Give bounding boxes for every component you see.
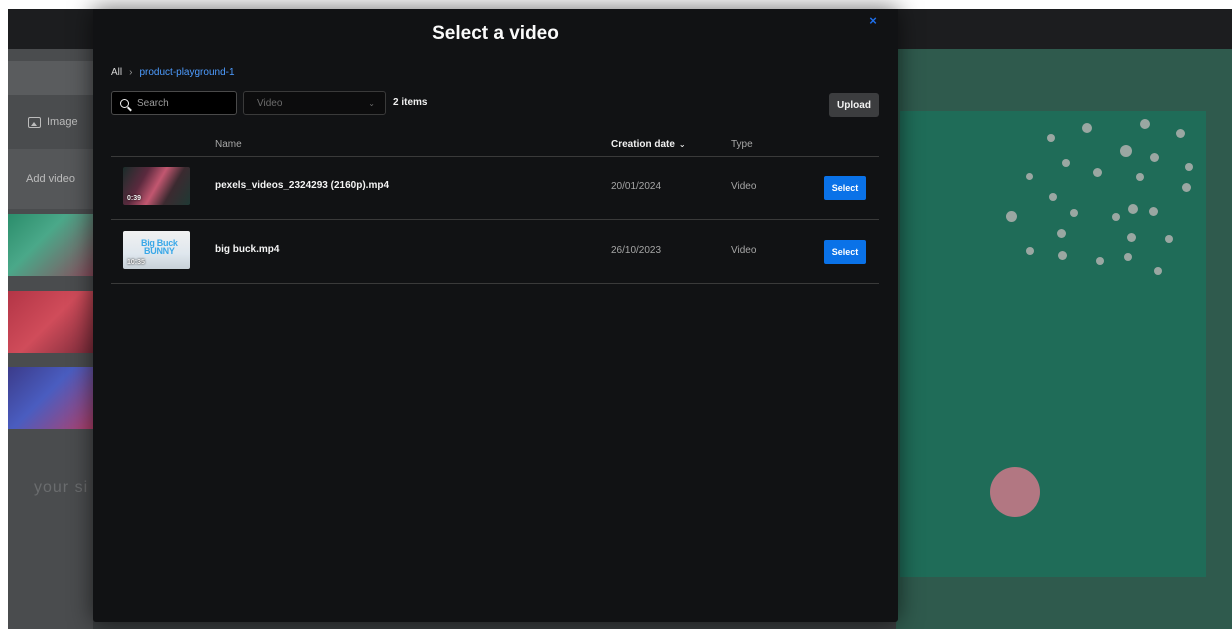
template-thumbnail[interactable] xyxy=(8,367,93,429)
canvas-dot xyxy=(1006,211,1017,222)
canvas-dot xyxy=(1062,159,1070,167)
table-row[interactable]: Big Buck BUNNY 10:35 big buck.mp4 26/10/… xyxy=(111,220,879,284)
table-header: Name Creation date ⌄ Type xyxy=(111,135,879,157)
search-box[interactable] xyxy=(111,91,237,115)
search-icon xyxy=(120,98,129,108)
canvas-dot xyxy=(1150,153,1159,162)
column-header-name[interactable]: Name xyxy=(215,139,242,150)
items-count: 2 items xyxy=(393,97,428,108)
column-header-creation-date-label: Creation date xyxy=(611,139,675,150)
canvas-dot xyxy=(1182,183,1191,192)
canvas-dot xyxy=(1140,119,1150,129)
video-duration: 10:35 xyxy=(127,259,145,266)
video-thumbnail[interactable]: Big Buck BUNNY 10:35 xyxy=(123,231,190,269)
close-icon[interactable]: × xyxy=(866,14,880,28)
video-duration: 0:39 xyxy=(127,195,142,202)
canvas-circle xyxy=(990,467,1040,517)
canvas-dot xyxy=(1057,229,1066,238)
upload-button[interactable]: Upload xyxy=(829,93,879,117)
canvas-area xyxy=(896,49,1232,629)
canvas-dot xyxy=(1082,123,1092,133)
canvas-dot xyxy=(1136,173,1144,181)
type-filter-select[interactable]: Video ⌄ xyxy=(243,91,386,115)
canvas-dot xyxy=(1112,213,1120,221)
canvas-dot xyxy=(1149,207,1158,216)
video-thumbnail[interactable]: 0:39 xyxy=(123,167,190,205)
canvas-dot xyxy=(1049,193,1057,201)
canvas-dot xyxy=(1096,257,1104,265)
video-name: big buck.mp4 xyxy=(215,244,280,255)
canvas-dot xyxy=(1124,253,1132,261)
rail-image-label: Image xyxy=(47,116,78,128)
canvas-dot xyxy=(1070,209,1078,217)
breadcrumb-all[interactable]: All xyxy=(111,67,122,78)
search-input[interactable] xyxy=(135,96,229,110)
left-rail: Image Add video your si xyxy=(8,49,93,629)
rail-image-item[interactable]: Image xyxy=(8,104,93,140)
canvas-stage xyxy=(900,111,1206,577)
canvas-dot xyxy=(1165,235,1173,243)
thumbnail-logo-line: BUNNY xyxy=(144,246,175,256)
select-button[interactable]: Select xyxy=(824,176,866,200)
template-thumbnail[interactable] xyxy=(8,291,93,353)
video-name: pexels_videos_2324293 (2160p).mp4 xyxy=(215,180,389,191)
template-thumbnail[interactable] xyxy=(8,214,93,276)
canvas-dot xyxy=(1127,233,1136,242)
column-header-type[interactable]: Type xyxy=(731,139,753,150)
canvas-dot xyxy=(1120,145,1132,157)
chevron-down-icon: ⌄ xyxy=(368,98,375,108)
breadcrumb: All › product-playground-1 xyxy=(111,67,235,78)
canvas-dot xyxy=(1047,134,1055,142)
sort-chevron-icon: ⌄ xyxy=(678,140,686,149)
video-creation-date: 20/01/2024 xyxy=(611,181,662,192)
canvas-dot xyxy=(1154,267,1162,275)
canvas-dot xyxy=(1026,247,1034,255)
video-creation-date: 26/10/2023 xyxy=(611,245,662,256)
select-video-modal: Select a video × All › product-playgroun… xyxy=(93,9,898,622)
canvas-dot xyxy=(1026,173,1033,180)
canvas-dot xyxy=(1058,251,1067,260)
select-button[interactable]: Select xyxy=(824,240,866,264)
faded-canvas-text: your si xyxy=(34,479,89,496)
canvas-dot xyxy=(1128,204,1138,214)
rail-block xyxy=(8,61,93,95)
breadcrumb-folder[interactable]: product-playground-1 xyxy=(139,67,234,78)
type-filter-value: Video xyxy=(257,97,283,109)
canvas-dot xyxy=(1185,163,1193,171)
add-video-button[interactable]: Add video xyxy=(8,149,93,209)
video-type: Video xyxy=(731,181,757,192)
thumbnail-logo: Big Buck BUNNY xyxy=(141,239,178,256)
breadcrumb-separator-icon: › xyxy=(129,67,133,78)
modal-title: Select a video xyxy=(432,23,559,44)
table-row[interactable]: 0:39 pexels_videos_2324293 (2160p).mp4 2… xyxy=(111,156,879,220)
column-header-creation-date[interactable]: Creation date ⌄ xyxy=(611,139,686,150)
canvas-dot xyxy=(1176,129,1185,138)
image-icon xyxy=(28,116,41,128)
video-type: Video xyxy=(731,245,757,256)
canvas-dot xyxy=(1093,168,1102,177)
